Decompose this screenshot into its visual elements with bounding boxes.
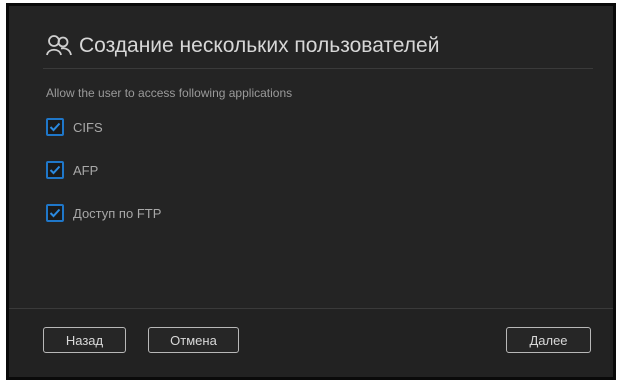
app-option-ftp[interactable]: Доступ по FTP	[46, 202, 161, 224]
dialog-footer: Назад Отмена Далее	[9, 308, 613, 377]
dialog-title: Создание нескольких пользователей	[79, 34, 440, 57]
applications-instruction: Allow the user to access following appli…	[46, 86, 293, 100]
dialog-header: Создание нескольких пользователей	[9, 6, 613, 68]
check-icon	[49, 165, 61, 175]
cifs-checkbox[interactable]	[46, 118, 64, 136]
ftp-label: Доступ по FTP	[73, 205, 162, 221]
create-multiple-users-dialog: Создание нескольких пользователей Allow …	[6, 3, 616, 380]
next-button[interactable]: Далее	[506, 327, 591, 353]
cancel-button[interactable]: Отмена	[148, 327, 239, 353]
ftp-checkbox[interactable]	[46, 204, 64, 222]
app-option-cifs[interactable]: CIFS	[46, 116, 103, 138]
header-divider	[43, 68, 593, 69]
check-icon	[49, 208, 61, 218]
cifs-label: CIFS	[73, 119, 103, 135]
app-option-afp[interactable]: AFP	[46, 159, 98, 181]
afp-label: AFP	[73, 162, 99, 178]
afp-checkbox[interactable]	[46, 161, 64, 179]
users-icon	[46, 34, 72, 58]
check-icon	[49, 122, 61, 132]
back-button[interactable]: Назад	[43, 327, 126, 353]
